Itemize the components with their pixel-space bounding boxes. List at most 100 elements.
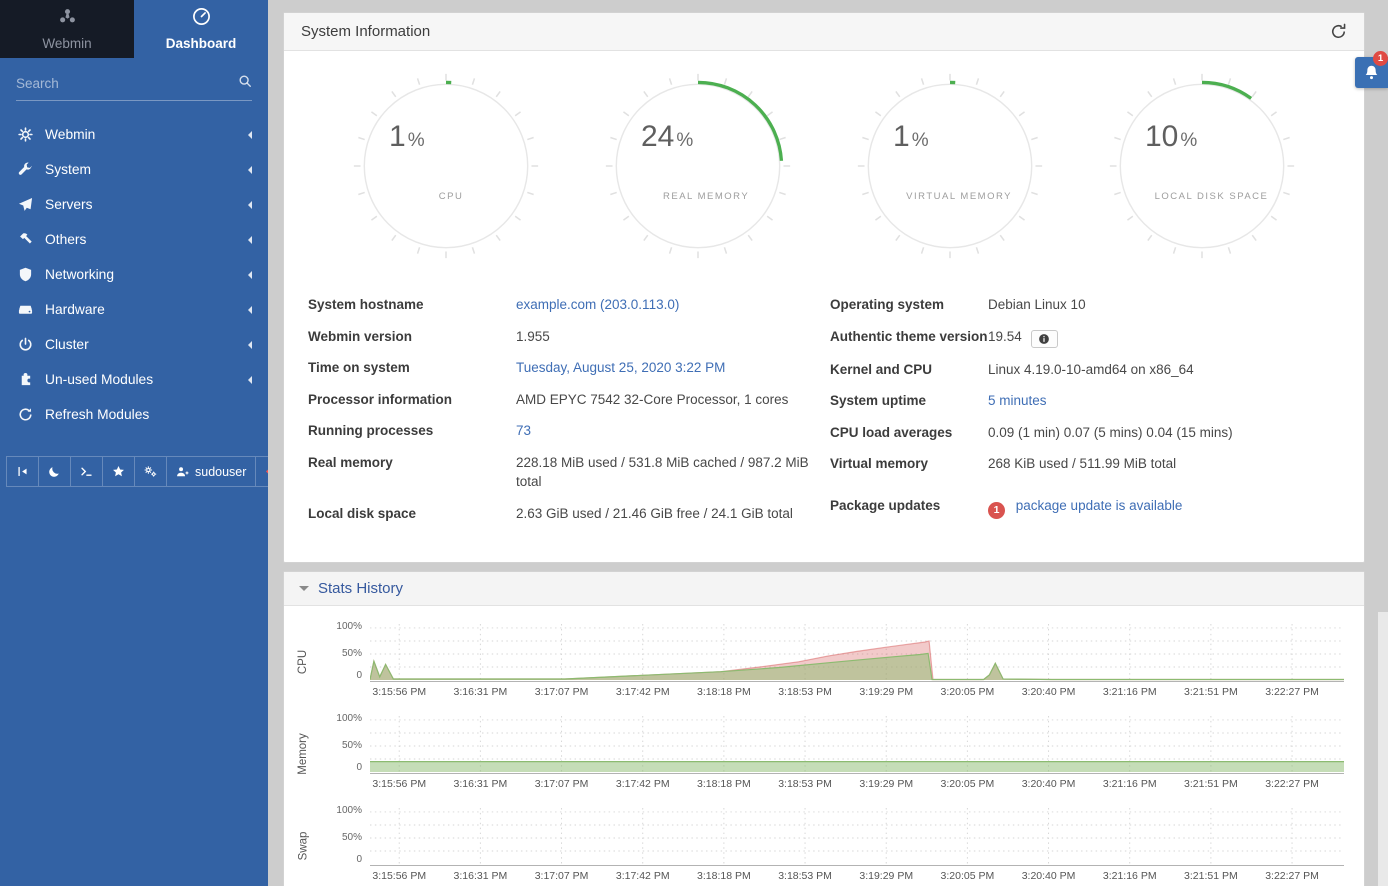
search-icon[interactable] bbox=[238, 74, 252, 93]
sidebar-item-system[interactable]: System bbox=[0, 152, 268, 187]
x-axis-tick: 3:18:53 PM bbox=[778, 778, 832, 790]
gauge-virtual-memory: 1% VIRTUAL MEMORY bbox=[855, 71, 1045, 261]
x-axis-tick: 3:20:05 PM bbox=[941, 778, 995, 790]
stats-history-panel: Stats History CPU100%50%03:15:56 PM3:16:… bbox=[283, 571, 1365, 886]
terminal-button[interactable] bbox=[71, 456, 103, 487]
x-axis-tick: 3:22:27 PM bbox=[1265, 870, 1319, 882]
search-input[interactable] bbox=[16, 76, 238, 91]
x-axis-tick: 3:16:31 PM bbox=[454, 870, 508, 882]
stats-charts: CPU100%50%03:15:56 PM3:16:31 PM3:17:07 P… bbox=[284, 606, 1364, 886]
package-updates-link[interactable]: package update is available bbox=[1016, 498, 1183, 513]
info-row-operating-system: Operating system Debian Linux 10 bbox=[830, 295, 1340, 315]
x-axis-tick: 3:17:42 PM bbox=[616, 870, 670, 882]
sidebar-item-label: Others bbox=[45, 232, 244, 247]
shield-icon bbox=[18, 267, 33, 282]
x-axis-labels: 3:15:56 PM3:16:31 PM3:17:07 PM3:17:42 PM… bbox=[370, 686, 1344, 701]
x-axis-tick: 3:21:16 PM bbox=[1103, 686, 1157, 698]
sidebar-item-unused-modules[interactable]: Un-used Modules bbox=[0, 362, 268, 397]
chevron-left-icon bbox=[244, 201, 252, 209]
refresh-icon[interactable] bbox=[1330, 23, 1347, 40]
x-axis-tick: 3:18:53 PM bbox=[778, 870, 832, 882]
sidebar-item-hardware[interactable]: Hardware bbox=[0, 292, 268, 327]
y-axis-tick: 0 bbox=[356, 854, 362, 865]
gear-icon bbox=[18, 127, 33, 142]
x-axis-tick: 3:21:51 PM bbox=[1184, 870, 1238, 882]
y-axis-tick: 50% bbox=[342, 648, 362, 659]
sidebar-search bbox=[16, 74, 252, 101]
info-row-package-updates: Package updates 1 package update is avai… bbox=[830, 496, 1340, 519]
moon-icon bbox=[48, 465, 61, 478]
info-row-theme-version: Authentic theme version 19.54 bbox=[830, 327, 1340, 348]
processes-link[interactable]: 73 bbox=[516, 423, 531, 438]
info-row-virtual-memory: Virtual memory 268 KiB used / 511.99 MiB… bbox=[830, 454, 1340, 474]
terminal-icon bbox=[80, 465, 93, 478]
chart-plot-area bbox=[370, 716, 1344, 774]
sidebar-item-webmin[interactable]: Webmin bbox=[0, 117, 268, 152]
gauge-dial bbox=[603, 71, 793, 261]
info-row-hostname: System hostname example.com (203.0.113.0… bbox=[308, 295, 818, 315]
y-axis-labels: 100%50%0 bbox=[316, 808, 370, 866]
sidebar-item-label: System bbox=[45, 162, 244, 177]
x-axis-tick: 3:17:42 PM bbox=[616, 686, 670, 698]
y-axis-tick: 50% bbox=[342, 832, 362, 843]
x-axis-tick: 3:19:29 PM bbox=[859, 778, 913, 790]
notifications-button[interactable]: 1 bbox=[1355, 57, 1388, 88]
webmin-logo-icon bbox=[58, 7, 77, 31]
tab-dashboard[interactable]: Dashboard bbox=[134, 0, 268, 58]
sidebar-item-others[interactable]: Others bbox=[0, 222, 268, 257]
x-axis-tick: 3:17:07 PM bbox=[535, 870, 589, 882]
y-axis-labels: 100%50%0 bbox=[316, 624, 370, 682]
x-axis-tick: 3:20:40 PM bbox=[1022, 686, 1076, 698]
sidebar-item-servers[interactable]: Servers bbox=[0, 187, 268, 222]
user-button[interactable]: sudouser bbox=[167, 456, 256, 487]
system-info-table: System hostname example.com (203.0.113.0… bbox=[284, 261, 1364, 562]
info-row-load-averages: CPU load averages 0.09 (1 min) 0.07 (5 m… bbox=[830, 423, 1340, 443]
gauge-dial bbox=[1107, 71, 1297, 261]
gauge-label: CPU bbox=[439, 191, 464, 202]
favorites-button[interactable] bbox=[103, 456, 135, 487]
x-axis-tick: 3:21:51 PM bbox=[1184, 686, 1238, 698]
time-link[interactable]: Tuesday, August 25, 2020 3:22 PM bbox=[516, 360, 725, 375]
sidebar-item-cluster[interactable]: Cluster bbox=[0, 327, 268, 362]
collapse-icon bbox=[16, 465, 29, 478]
sidebar-item-refresh-modules[interactable]: Refresh Modules bbox=[0, 397, 268, 432]
tab-webmin-label: Webmin bbox=[42, 36, 91, 51]
collapse-sidebar-button[interactable] bbox=[6, 456, 39, 487]
sidebar-item-networking[interactable]: Networking bbox=[0, 257, 268, 292]
theme-settings-button[interactable] bbox=[135, 456, 167, 487]
x-axis-tick: 3:20:05 PM bbox=[941, 686, 995, 698]
gauge-real-memory: 24% REAL MEMORY bbox=[603, 71, 793, 261]
wrench-icon bbox=[18, 162, 33, 177]
x-axis-tick: 3:15:56 PM bbox=[372, 870, 426, 882]
hostname-link[interactable]: example.com (203.0.113.0) bbox=[516, 297, 679, 312]
info-row-webmin-version: Webmin version 1.955 bbox=[308, 327, 818, 347]
night-mode-button[interactable] bbox=[39, 456, 71, 487]
sidebar-item-label: Servers bbox=[45, 197, 244, 212]
theme-info-button[interactable] bbox=[1031, 330, 1058, 348]
chart-plot-area bbox=[370, 624, 1344, 682]
sidebar-item-label: Networking bbox=[45, 267, 244, 282]
info-row-time-on-system: Time on system Tuesday, August 25, 2020 … bbox=[308, 358, 818, 378]
info-column-right: Operating system Debian Linux 10 Authent… bbox=[830, 295, 1340, 536]
uptime-link[interactable]: 5 minutes bbox=[988, 393, 1047, 408]
gauge-value: 1% bbox=[389, 120, 425, 154]
sidebar-toolbar: sudouser bbox=[6, 456, 262, 487]
main-content: System Information 1% CPU 24% REAL MEMOR bbox=[268, 0, 1388, 886]
x-axis-tick: 3:15:56 PM bbox=[372, 778, 426, 790]
gauge-cpu: 1% CPU bbox=[351, 71, 541, 261]
chart-axis-title: Memory bbox=[297, 733, 309, 775]
y-axis-tick: 0 bbox=[356, 670, 362, 681]
page-title: System Information bbox=[301, 23, 430, 40]
system-information-header: System Information bbox=[284, 13, 1364, 51]
stats-history-header[interactable]: Stats History bbox=[284, 572, 1364, 606]
stats-chart-swap: Swap100%50%03:15:56 PM3:16:31 PM3:17:07 … bbox=[290, 808, 1344, 885]
chevron-left-icon bbox=[244, 306, 252, 314]
scrollbar-thumb[interactable] bbox=[1378, 612, 1388, 886]
x-axis-tick: 3:20:05 PM bbox=[941, 870, 995, 882]
tab-webmin[interactable]: Webmin bbox=[0, 0, 134, 58]
gauge-local-disk-space: 10% LOCAL DISK SPACE bbox=[1107, 71, 1297, 261]
chevron-left-icon bbox=[244, 341, 252, 349]
x-axis-tick: 3:17:07 PM bbox=[535, 686, 589, 698]
x-axis-tick: 3:17:07 PM bbox=[535, 778, 589, 790]
refresh-icon bbox=[18, 407, 33, 422]
